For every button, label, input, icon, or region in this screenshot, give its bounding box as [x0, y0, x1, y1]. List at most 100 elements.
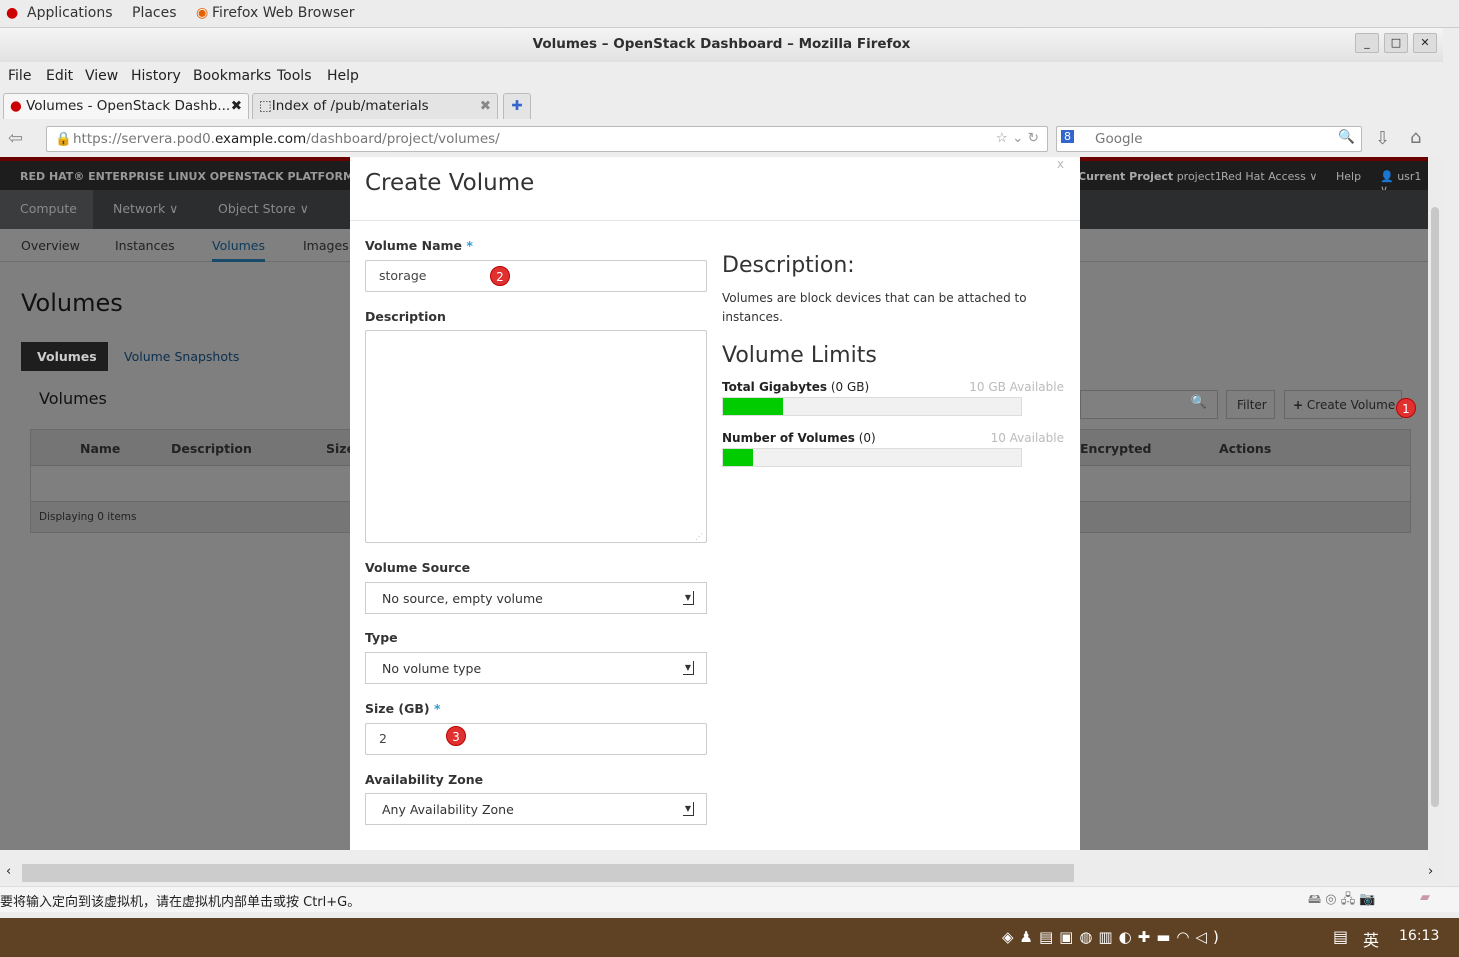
download-icon[interactable]: ⇩: [1375, 128, 1390, 149]
gigabytes-progress: [722, 397, 1022, 416]
search-icon: 🔍: [1190, 395, 1207, 410]
gigabytes-label: Total Gigabytes (0 GB): [722, 380, 870, 394]
menu-bar: File Edit View History Bookmarks Tools H…: [0, 64, 1443, 90]
tab-volume-snapshots[interactable]: Volume Snapshots: [124, 349, 239, 364]
horizontal-scrollbar[interactable]: ‹ ›: [0, 862, 1443, 884]
menu-bookmarks[interactable]: Bookmarks: [193, 68, 271, 84]
type-select[interactable]: No volume type ▼: [365, 652, 707, 684]
tray-icons[interactable]: ◈♟▤▣◍▥◐✚▬◠◁): [1002, 928, 1225, 946]
search-icon[interactable]: 🔍: [1338, 129, 1355, 145]
resize-handle-icon: ⋰: [695, 532, 703, 541]
bookmark-star-icon[interactable]: ☆ ⌄ ↻: [996, 130, 1039, 146]
nav-compute[interactable]: Compute: [0, 190, 93, 229]
tab-label: Volumes - OpenStack Dashb...: [26, 98, 231, 114]
column-name[interactable]: Name: [80, 441, 120, 456]
table-title: Volumes: [39, 389, 107, 408]
menu-file[interactable]: File: [8, 68, 31, 84]
gigabytes-progress-fill: [723, 398, 783, 415]
url-bar[interactable]: 🔒 https://servera.pod0.example.com/dashbo…: [46, 126, 1048, 152]
volumes-count-label: Number of Volumes (0): [722, 431, 876, 445]
maximize-button[interactable]: □: [1384, 33, 1408, 53]
clock[interactable]: 16:13: [1399, 928, 1439, 944]
status-message: 要将输入定向到该虚拟机，请在虚拟机内部单击或按 Ctrl+G。: [0, 895, 361, 910]
notes-icon[interactable]: ▰: [1420, 890, 1430, 905]
menu-tools[interactable]: Tools: [277, 68, 312, 84]
subnav-instances[interactable]: Instances: [115, 238, 175, 253]
type-label: Type: [365, 630, 398, 645]
dropdown-arrow-icon: ▼: [683, 802, 694, 816]
redhat-icon: ●: [6, 5, 19, 21]
close-window-button[interactable]: ✕: [1413, 33, 1437, 53]
minimize-button[interactable]: _: [1355, 33, 1379, 53]
volumes-progress-fill: [723, 449, 753, 466]
column-actions[interactable]: Actions: [1219, 441, 1271, 456]
page-title: Volumes: [21, 289, 123, 317]
tab-volumes[interactable]: ● Volumes - OpenStack Dashb... ✖: [3, 93, 249, 119]
vm-status-bar: 要将输入定向到该虚拟机，请在虚拟机内部单击或按 Ctrl+G。 🖴 ◎ 🖧 📷 …: [0, 886, 1459, 912]
create-volume-button[interactable]: + Create Volume: [1284, 390, 1402, 419]
applications-menu[interactable]: Applications: [27, 5, 113, 21]
menu-help[interactable]: Help: [327, 68, 359, 84]
volume-source-select[interactable]: No source, empty volume ▼: [365, 582, 707, 614]
nav-network[interactable]: Network ∨: [113, 201, 178, 216]
dropdown-arrow-icon: ▼: [683, 591, 694, 605]
help-text: Volumes are block devices that can be at…: [722, 291, 1027, 324]
column-encrypted[interactable]: Encrypted: [1080, 441, 1152, 456]
volume-name-label: Volume Name *: [365, 238, 473, 253]
close-tab-icon[interactable]: ✖: [231, 98, 242, 114]
table-filter-input[interactable]: 🔍: [1080, 390, 1218, 419]
ime-indicator[interactable]: 英: [1363, 927, 1379, 951]
window-title: Volumes – OpenStack Dashboard – Mozilla …: [0, 28, 1443, 62]
subnav-overview[interactable]: Overview: [21, 238, 80, 253]
close-modal-button[interactable]: x: [1057, 157, 1064, 171]
volume-source-label: Volume Source: [365, 560, 471, 575]
volume-name-input[interactable]: storage: [365, 260, 707, 292]
availability-zone-select[interactable]: Any Availability Zone ▼: [365, 793, 707, 825]
help-title: Description:: [722, 253, 855, 278]
gnome-top-bar: ● Applications Places ◉ Firefox Web Brow…: [0, 0, 1459, 28]
help-link[interactable]: Help: [1336, 170, 1361, 183]
back-icon[interactable]: ⇦: [8, 128, 23, 149]
brand: RED HAT® ENTERPRISE LINUX OPENSTACK PLAT…: [20, 170, 354, 183]
modal-title: Create Volume: [365, 170, 535, 196]
availability-zone-label: Availability Zone: [365, 772, 484, 787]
menu-history[interactable]: History: [131, 68, 181, 84]
tab-index[interactable]: ⬚Index of /pub/materials ✖: [252, 93, 498, 119]
action-center-icon[interactable]: ▤: [1333, 927, 1348, 946]
plus-icon: +: [1293, 398, 1304, 412]
search-input[interactable]: 8 Google 🔍: [1056, 126, 1362, 152]
windows-taskbar: ◈♟▤▣◍▥◐✚▬◠◁) ▤ 英 16:13: [0, 918, 1459, 957]
tab-volumes-list[interactable]: Volumes: [21, 342, 108, 371]
home-icon[interactable]: ⌂: [1410, 127, 1421, 148]
vertical-scrollbar[interactable]: [1428, 157, 1443, 862]
volumes-available: 10 Available: [990, 431, 1064, 445]
subnav-images[interactable]: Images: [303, 238, 349, 253]
gigabytes-available: 10 GB Available: [969, 380, 1064, 394]
dropdown-arrow-icon: ▼: [683, 661, 694, 675]
menu-view[interactable]: View: [85, 68, 118, 84]
size-label: Size (GB) *: [365, 701, 441, 716]
tab-label: Index of /pub/materials: [271, 98, 429, 114]
create-volume-modal: x Create Volume Volume Name * storage 2 …: [350, 157, 1080, 850]
column-description[interactable]: Description: [171, 441, 252, 456]
project-switcher[interactable]: Current Project project1: [1078, 170, 1222, 183]
annotation-badge-3: 3: [446, 726, 466, 746]
limits-title: Volume Limits: [722, 343, 877, 368]
size-input[interactable]: 2: [365, 723, 707, 755]
description-textarea[interactable]: ⋰: [365, 330, 707, 543]
annotation-badge-2: 2: [490, 266, 510, 286]
nav-object-store[interactable]: Object Store ∨: [218, 201, 309, 216]
places-menu[interactable]: Places: [132, 5, 177, 21]
firefox-app-menu[interactable]: Firefox Web Browser: [212, 5, 355, 21]
volumes-progress: [722, 448, 1022, 467]
lock-icon: 🔒: [55, 131, 72, 147]
subnav-volumes[interactable]: Volumes: [212, 238, 266, 262]
description-label: Description: [365, 309, 446, 324]
filter-button[interactable]: Filter: [1226, 390, 1275, 419]
google-icon[interactable]: 8: [1061, 130, 1074, 143]
red-hat-access-menu[interactable]: Red Hat Access ∨: [1221, 170, 1317, 183]
new-tab-button[interactable]: ✚: [503, 93, 531, 119]
vm-device-icons[interactable]: 🖴 ◎ 🖧 📷: [1308, 890, 1376, 912]
close-tab-icon[interactable]: ✖: [480, 98, 491, 114]
menu-edit[interactable]: Edit: [46, 68, 73, 84]
